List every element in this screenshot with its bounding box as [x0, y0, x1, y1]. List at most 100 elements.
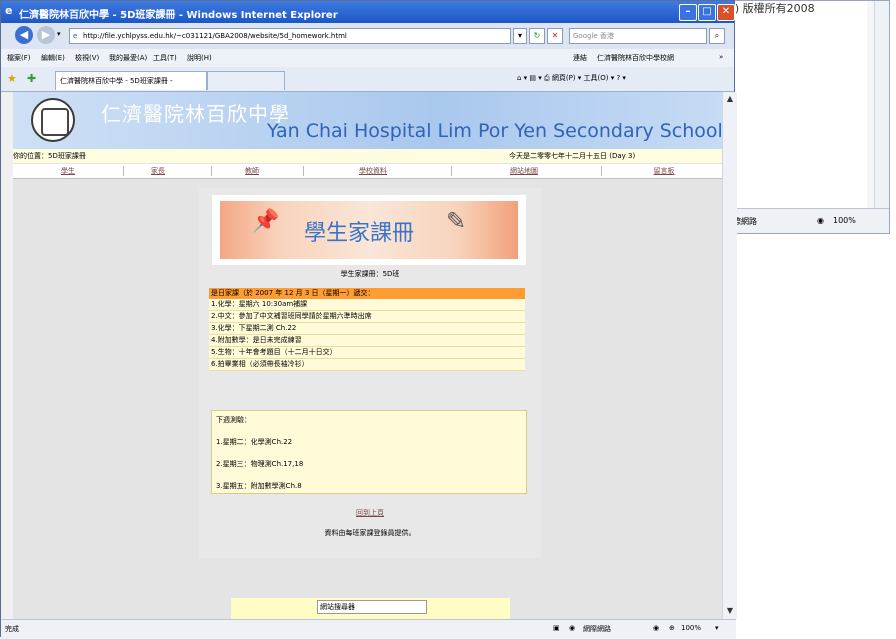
close-button[interactable]: ✕ [717, 4, 735, 21]
search-input[interactable]: Google 香港 [569, 28, 707, 44]
stop-icon[interactable]: ✕ [547, 28, 563, 44]
favorites-star-icon[interactable]: ★ [7, 72, 17, 85]
homework-item: 4.附加數學：是日未完成練習 [209, 335, 525, 347]
banner-title: 學生家課冊 [304, 221, 415, 246]
help-icon[interactable]: ? [616, 74, 620, 82]
address-bar: ◀ ▶ ▾ e http://file.ychlpyss.edu.hk/~c031… [1, 23, 734, 49]
homework-list: 是日家課（於 2007 年 12 月 3 日（星期一）遞交： 1.化學：星期六 … [209, 288, 525, 371]
maximize-button[interactable]: □ [698, 4, 716, 21]
scroll-down-icon[interactable]: ▼ [725, 606, 735, 616]
url-text: http://file.ychlpyss.edu.hk/~c031121/GBA… [83, 32, 347, 40]
zone-label: 網際網路 [583, 625, 611, 633]
zoom-icon[interactable]: ⊕ [669, 624, 675, 632]
print-icon[interactable]: ⎙ [544, 74, 550, 82]
homework-item: 3.化學：下星期二測 Ch.22 [209, 323, 525, 335]
history-dropdown-icon[interactable]: ▾ [57, 30, 61, 38]
status-bar: 完成 ▣ ◉ 網際網路 ◉ ⊕ 100% ▾ [1, 619, 736, 639]
homework-item: 6.拍畢業相（必須帶長袖冷衫） [209, 359, 525, 371]
background-zoom-label[interactable]: 100% [833, 216, 856, 225]
home-icon[interactable]: ⌂ [517, 74, 521, 82]
tab-bar: ★ ✚ 仁濟醫院林百欣中學 - 5D班家課冊 - ⌂ ▾ ▤ ▾ ⎙ 網頁(P)… [1, 67, 734, 92]
nav-divider [601, 166, 602, 176]
search-icon[interactable]: ⌕ [709, 28, 725, 44]
refresh-icon[interactable]: ↻ [529, 28, 545, 44]
date-label: 今天是二零零七年十二月十五日 (Day 3) [509, 152, 636, 160]
tests-box: 下週測驗： 1.星期二：化學測Ch.22 2.星期三：物理測Ch.17,18 3… [211, 410, 527, 494]
menu-file[interactable]: 檔案(F) [7, 53, 31, 63]
credit-text: 資料由每班家課登錄員提供。 [324, 529, 416, 537]
zoom-dropdown-icon[interactable]: ▾ [715, 624, 719, 632]
site-nav: 學生 家長 教師 學校資料 網站地圖 留言板 [13, 164, 722, 179]
page-subtitle: 學生家課冊：5D班 [340, 270, 400, 278]
nav-divider [451, 166, 452, 176]
pushpin-icon: 📌 [252, 209, 280, 234]
test-item: 2.星期三：物理測Ch.17,18 [216, 460, 304, 468]
school-crest-icon [31, 98, 75, 142]
homework-item: 1.化學：星期六 10:30am補課 [209, 299, 525, 311]
menu-tools[interactable]: 工具(T) [153, 53, 177, 63]
site-search-input[interactable]: 網站搜尋器 [317, 600, 427, 614]
globe-icon: ◉ [817, 216, 824, 225]
page-viewport: 仁濟醫院林百欣中學 Yan Chai Hospital Lim Por Yen … [13, 92, 722, 619]
back-button[interactable]: ◀ [15, 26, 33, 44]
ie-window: e 仁濟醫院林百欣中學 - 5D班家課冊 - Windows Internet … [0, 0, 737, 639]
homework-item: 2.中文：參加了中文補習班同學請於星期六準時出席 [209, 311, 525, 323]
url-field[interactable]: e http://file.ychlpyss.edu.hk/~c031121/GB… [69, 28, 511, 44]
ie-logo-icon: e [5, 4, 13, 17]
globe-icon: ◉ [569, 624, 576, 632]
tab-title: 仁濟醫院林百欣中學 - 5D班家課冊 - [60, 77, 173, 85]
background-window: 網際網路 ◉ 100% [720, 0, 890, 234]
minimize-button[interactable]: – [679, 4, 697, 21]
school-name-en: Yan Chai Hospital Lim Por Yen Secondary … [267, 120, 722, 142]
menu-favorites[interactable]: 我的最愛(A) [109, 53, 147, 63]
add-favorite-icon[interactable]: ✚ [27, 72, 36, 85]
background-scrollbar[interactable] [874, 1, 889, 208]
forward-button[interactable]: ▶ [37, 26, 55, 44]
nav-teachers[interactable]: 教師 [197, 166, 307, 176]
menu-help[interactable]: 說明(H) [187, 53, 212, 63]
tools-label[interactable]: 網頁(P) ▾ 工具(O) ▾ [552, 74, 614, 82]
homework-header: 是日家課（於 2007 年 12 月 3 日（星期一）遞交： [209, 288, 525, 299]
feeds-icon[interactable]: ▤ [529, 74, 536, 82]
zoom-label[interactable]: 100% [681, 624, 701, 632]
globe-icon: ◉ [653, 624, 660, 632]
window-title: 仁濟醫院林百欣中學 - 5D班家課冊 - Windows Internet Ex… [19, 10, 338, 21]
chevron-right-icon[interactable]: » [719, 53, 723, 61]
nav-school-info[interactable]: 學校資料 [318, 166, 428, 176]
status-text: 完成 [5, 625, 19, 633]
crayon-icon: ✎ [446, 207, 467, 235]
menu-view[interactable]: 檢視(V) [75, 53, 99, 63]
title-bar[interactable]: e 仁濟醫院林百欣中學 - 5D班家課冊 - Windows Internet … [1, 1, 735, 23]
back-link[interactable]: 回到上頁 [199, 508, 541, 518]
tab-current[interactable]: 仁濟醫院林百欣中學 - 5D班家課冊 - [55, 71, 207, 90]
page-icon: e [73, 32, 78, 40]
links-label: 連結 [573, 54, 587, 62]
command-bar: ⌂ ▾ ▤ ▾ ⎙ 網頁(P) ▾ 工具(O) ▾ ? ▾ [517, 74, 626, 82]
school-name-cn: 仁濟醫院林百欣中學 [101, 102, 290, 126]
breadcrumb: 你的位置：5D班家課冊 [13, 152, 86, 160]
nav-divider [303, 166, 304, 176]
tests-title: 下週測驗： [216, 416, 251, 424]
url-dropdown-icon[interactable]: ▾ [513, 28, 527, 44]
menu-edit[interactable]: 編輯(E) [41, 53, 65, 63]
background-window-content [721, 1, 867, 208]
security-icon: ▣ [553, 624, 560, 632]
school-banner: 仁濟醫院林百欣中學 Yan Chai Hospital Lim Por Yen … [13, 92, 722, 149]
menu-bar: 檔案(F) 編輯(E) 檢視(V) 我的最愛(A) 工具(T) 說明(H) 連結… [1, 49, 734, 68]
background-statusbar: 網際網路 ◉ 100% [721, 208, 889, 233]
new-tab-button[interactable] [207, 71, 285, 90]
test-item: 3.星期五：附加數學測Ch.8 [216, 482, 302, 490]
test-item: 1.星期二：化學測Ch.22 [216, 438, 293, 446]
search-placeholder: Google 香港 [573, 32, 614, 40]
vertical-scrollbar[interactable]: ▲ ▼ [722, 92, 737, 619]
site-search-bar: 網站搜尋器 [231, 598, 510, 619]
homework-content: 📌 ✎ 學生家課冊 學生家課冊：5D班 是日家課（於 2007 年 12 月 3… [199, 188, 541, 558]
favorite-link[interactable]: 仁濟醫院林百欣中學校網 [597, 53, 674, 63]
left-gutter [1, 92, 13, 619]
nav-sitemap[interactable]: 網站地圖 [469, 166, 579, 176]
homework-item: 5.生物：十年會考題目（十二月十日交） [209, 347, 525, 359]
homework-banner: 📌 ✎ 學生家課冊 [212, 195, 526, 265]
nav-guestbook[interactable]: 留言板 [609, 166, 719, 176]
location-bar: 你的位置：5D班家課冊 今天是二零零七年十二月十五日 (Day 3) [13, 149, 722, 163]
scroll-up-icon[interactable]: ▲ [725, 94, 735, 104]
